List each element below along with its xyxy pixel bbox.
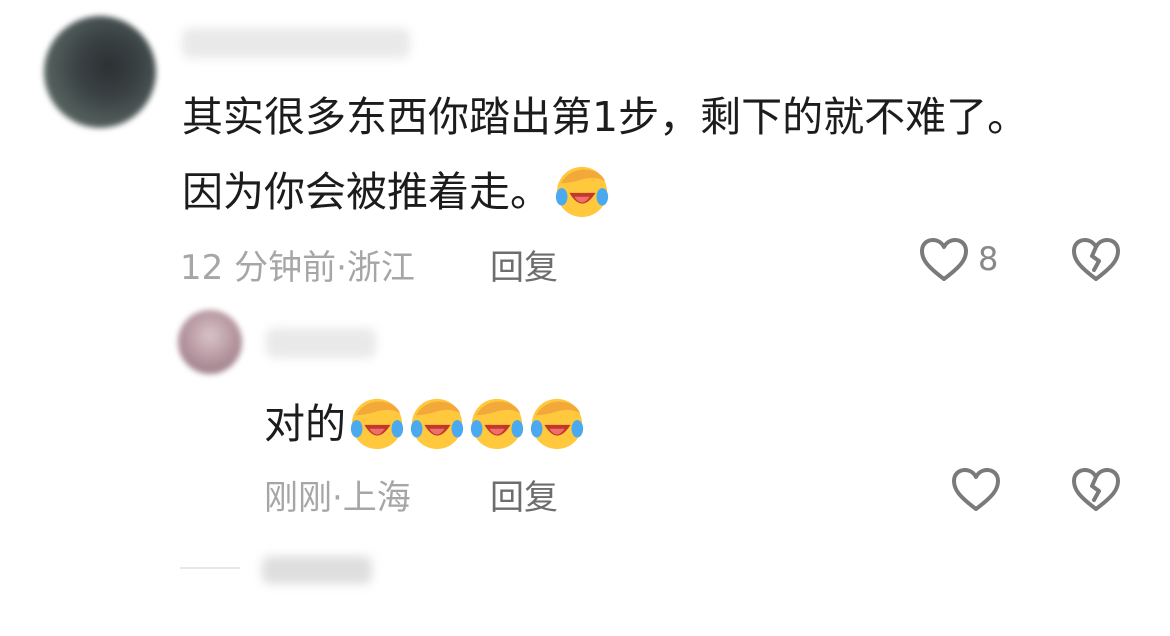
replier-name[interactable] — [266, 328, 376, 358]
expand-replies-button[interactable] — [262, 556, 372, 584]
reply-button[interactable]: 回复 — [490, 240, 558, 289]
dislike-broken-heart-icon[interactable] — [1070, 236, 1122, 284]
reply-dislike-broken-heart-icon[interactable] — [1070, 466, 1122, 514]
reply-meta: 刚刚·上海 — [264, 470, 411, 519]
comment-location: ·浙江 — [336, 248, 415, 288]
face-palm-laugh-icon — [350, 398, 404, 450]
reply-like-heart-icon[interactable] — [950, 466, 1002, 514]
commenter-avatar[interactable] — [44, 16, 156, 128]
replier-avatar[interactable] — [178, 310, 242, 374]
comment-text-line-1: 其实很多东西你踏出第1步，剩下的就不难了。 — [182, 93, 1029, 141]
expand-replies-divider — [180, 567, 240, 569]
reply-text: 对的 — [264, 394, 586, 452]
face-palm-laugh-icon — [555, 166, 609, 218]
like-heart-icon[interactable] — [918, 236, 970, 284]
reply-to-reply-button[interactable]: 回复 — [490, 470, 558, 519]
face-palm-laugh-icon — [410, 398, 464, 450]
commenter-name[interactable] — [182, 28, 410, 58]
comment-time: 12 分钟前 — [180, 248, 337, 288]
face-palm-laugh-icon — [530, 398, 584, 450]
comment-meta: 12 分钟前·浙江 — [180, 240, 415, 289]
face-palm-laugh-icon — [470, 398, 524, 450]
reply-location: ·上海 — [332, 478, 411, 518]
like-count: 8 — [978, 240, 999, 278]
reply-time: 刚刚 — [264, 478, 332, 518]
comment-text-line-2: 因为你会被推着走。 — [182, 162, 611, 220]
